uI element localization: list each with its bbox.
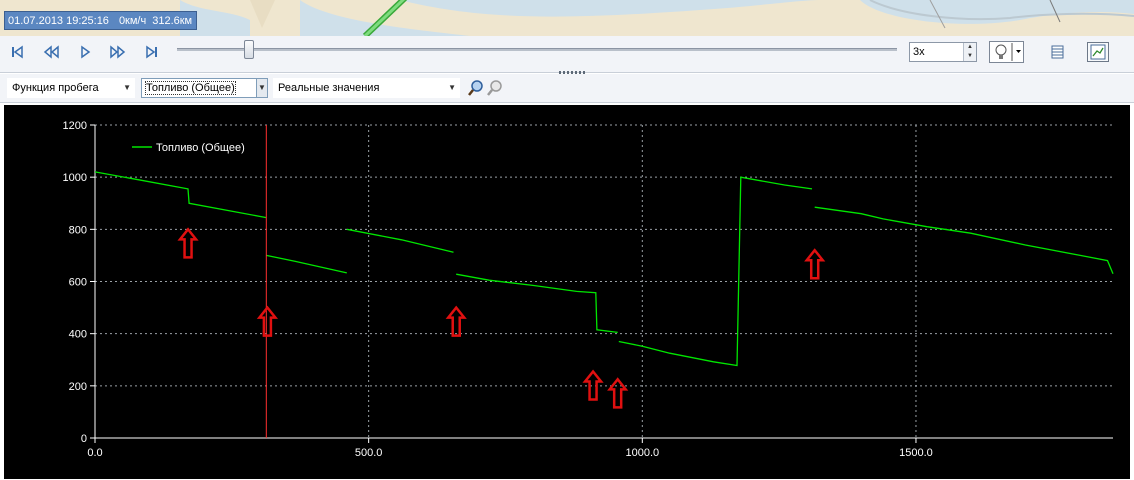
y-tick-label: 1000 bbox=[63, 172, 87, 184]
fuel-series-line bbox=[346, 228, 454, 253]
chart-annotations bbox=[177, 227, 826, 409]
chevron-down-icon: ▼ bbox=[448, 83, 456, 92]
fuel-series-line bbox=[618, 176, 813, 367]
up-arrow-icon bbox=[804, 248, 826, 280]
chart-axes: 0 200 400 600 800 1000 1200 0.0 500.0 1000.0 1500.… bbox=[63, 120, 1113, 459]
legend-label: Топливо (Общее) bbox=[156, 142, 245, 154]
speed-value: 3x bbox=[913, 46, 925, 58]
mode-select-value: Реальные значения bbox=[278, 82, 380, 94]
up-arrow-icon bbox=[607, 377, 629, 409]
x-tick-label: 0.0 bbox=[87, 447, 102, 459]
rewind-button[interactable] bbox=[40, 41, 62, 63]
rewind-icon bbox=[43, 45, 59, 59]
lightbulb-dropdown[interactable] bbox=[989, 41, 1024, 63]
parameter-select[interactable]: Топливо (Общее) ▼ bbox=[141, 78, 268, 98]
chart-icon bbox=[1090, 44, 1106, 60]
up-arrow-icon bbox=[445, 305, 467, 337]
x-tick-label: 1500.0 bbox=[899, 447, 933, 459]
x-tick-label: 500.0 bbox=[355, 447, 383, 459]
playback-slider-thumb[interactable] bbox=[244, 40, 254, 59]
zoom-out-icon bbox=[487, 80, 502, 96]
play-button[interactable] bbox=[74, 41, 96, 63]
fuel-series-line bbox=[814, 206, 1114, 274]
to-start-icon bbox=[12, 45, 23, 59]
table-view-button[interactable] bbox=[1046, 42, 1068, 62]
zoom-in-icon bbox=[468, 80, 483, 96]
to-end-button[interactable] bbox=[141, 41, 163, 63]
up-arrow-icon bbox=[256, 305, 279, 337]
map-status-bar: 01.07.2013 19:25:16 0км/ч 312.6км bbox=[4, 11, 197, 30]
function-select-value: Функция пробега bbox=[12, 82, 99, 94]
zoom-in-button[interactable] bbox=[466, 78, 486, 98]
play-icon bbox=[81, 45, 91, 59]
lightbulb-icon bbox=[995, 43, 1021, 61]
fast-forward-icon bbox=[110, 45, 126, 59]
parameter-select-value: Топливо (Общее) bbox=[145, 81, 236, 95]
up-arrow-icon bbox=[177, 227, 199, 259]
chevron-down-icon: ▼ bbox=[256, 79, 267, 97]
chart-view-button[interactable] bbox=[1087, 42, 1109, 62]
fast-forward-button[interactable] bbox=[107, 41, 129, 63]
chart-canvas[interactable]: 0 200 400 600 800 1000 1200 0.0 500.0 1000.0 1500.… bbox=[4, 105, 1130, 479]
spin-up-icon[interactable]: ▲ bbox=[964, 43, 976, 52]
y-tick-label: 600 bbox=[69, 277, 87, 289]
y-tick-label: 400 bbox=[69, 329, 87, 341]
chart-series bbox=[94, 171, 1114, 367]
up-arrow-icon bbox=[582, 369, 604, 401]
y-tick-label: 0 bbox=[81, 433, 87, 445]
chevron-down-icon: ▼ bbox=[123, 83, 131, 92]
fuel-series-line bbox=[266, 254, 347, 274]
playback-slider-track[interactable] bbox=[177, 48, 897, 51]
y-tick-label: 800 bbox=[69, 224, 87, 236]
zoom-out-button[interactable] bbox=[485, 78, 505, 98]
spin-down-icon[interactable]: ▼ bbox=[964, 52, 976, 61]
to-start-button[interactable] bbox=[6, 41, 28, 63]
chart-legend: Топливо (Общее) bbox=[132, 142, 245, 154]
speed-spinbox[interactable]: 3x ▲ ▼ bbox=[909, 42, 977, 62]
x-tick-label: 1000.0 bbox=[625, 447, 659, 459]
mode-select[interactable]: Реальные значения ▼ bbox=[273, 78, 460, 98]
y-tick-label: 200 bbox=[69, 381, 87, 393]
status-distance: 312.6км bbox=[152, 15, 193, 27]
fuel-chart[interactable]: 0 200 400 600 800 1000 1200 0.0 500.0 1000.0 1500.… bbox=[4, 105, 1130, 479]
fuel-series-line bbox=[94, 171, 267, 219]
fuel-series-line bbox=[456, 273, 618, 334]
status-speed: 0км/ч bbox=[118, 15, 147, 27]
status-datetime: 01.07.2013 19:25:16 bbox=[8, 15, 109, 27]
table-icon bbox=[1051, 45, 1064, 59]
function-select[interactable]: Функция пробега ▼ bbox=[7, 78, 135, 98]
map-view[interactable]: 01.07.2013 19:25:16 0км/ч 312.6км bbox=[0, 0, 1134, 36]
to-end-icon bbox=[146, 45, 157, 59]
chart-grid bbox=[95, 124, 1113, 438]
y-tick-label: 1200 bbox=[63, 120, 87, 132]
speed-spinner[interactable]: ▲ ▼ bbox=[963, 43, 976, 61]
